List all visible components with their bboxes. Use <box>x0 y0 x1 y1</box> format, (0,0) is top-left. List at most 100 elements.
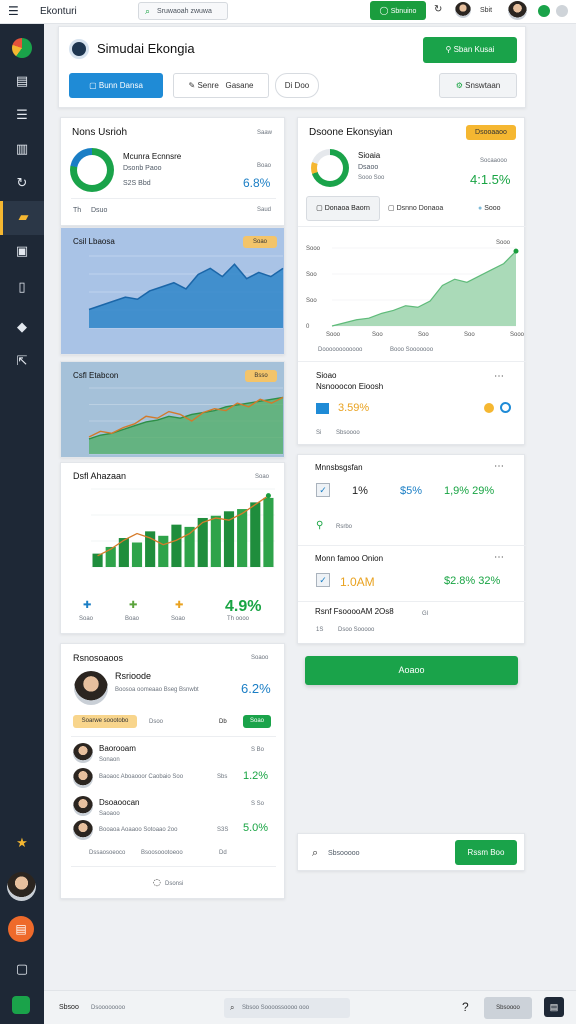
summary-link[interactable]: Saaw <box>257 130 272 136</box>
sidebar-refresh-icon[interactable]: ↻ <box>12 174 32 194</box>
list-avatar-3[interactable] <box>73 820 93 840</box>
status-gray-icon[interactable] <box>556 5 568 17</box>
bottom-search-input[interactable]: ⌕ Sbsoo Soooossoooo ooo <box>224 998 350 1018</box>
growth-tab-2[interactable]: ● Sooo <box>478 205 501 212</box>
sidebar-chat-icon[interactable]: ▢ <box>12 960 32 980</box>
divider <box>71 198 276 199</box>
summary-foot-link[interactable]: Saud <box>257 207 271 213</box>
chart3-link[interactable]: Soao <box>255 474 269 480</box>
row1-title: Mnnsbsgsfan <box>315 463 363 472</box>
refresh-icon[interactable]: ◌ <box>153 879 161 888</box>
growth-tab-1[interactable]: ▢ Dsnno Donaoa <box>388 205 443 212</box>
divider <box>71 736 276 737</box>
sidebar-list-icon[interactable]: ☰ <box>12 106 32 126</box>
search-icon: ⌕ <box>145 6 151 16</box>
list-meta-3: S3S <box>217 827 229 833</box>
sidebar-export-icon[interactable]: ⇱ <box>12 352 32 372</box>
x-tick: Sooo <box>510 332 525 338</box>
end-point <box>265 493 271 499</box>
divider <box>71 866 276 867</box>
status-foot-label[interactable]: Sbsoooo <box>336 430 360 436</box>
row3-link[interactable]: Dsoo Sooooo <box>338 627 374 633</box>
list-sub-0: Sonaon <box>99 757 120 763</box>
team-link[interactable]: Soaoo <box>251 655 268 661</box>
sidebar-app-icon[interactable] <box>12 996 30 1014</box>
sidebar-shapes-icon[interactable]: ◆ <box>12 318 32 338</box>
sidebar-wallet-icon[interactable]: ▥ <box>12 140 32 160</box>
top-bar: ☰ Ekonturi ⌕ Sruwaoah zwuwa ◯ Sbnuino ↻ … <box>0 0 576 24</box>
row2-value-c: $2.8% 32% <box>444 575 501 587</box>
y-tick: Soo <box>306 298 317 304</box>
top-search-input[interactable]: ⌕ Sruwaoah zwuwa <box>138 2 228 20</box>
summary-foot-icon: Th <box>73 207 82 214</box>
sidebar-user-avatar[interactable] <box>7 872 36 901</box>
sidebar: ▤ ☰ ▥ ↻ ▰ ▣ ▯ ◆ ⇱ ★ ▤ ▢ <box>0 24 44 1024</box>
legend-0: Doooooooooooo <box>318 347 363 353</box>
status-green-icon[interactable] <box>538 5 550 17</box>
list-meta-0: S Bo <box>251 747 265 753</box>
summary-value: 6.8% <box>243 176 271 190</box>
more-icon[interactable]: ⋯ <box>494 462 504 472</box>
row1-user-icon[interactable]: ⚲ <box>316 521 323 531</box>
team-footer-link[interactable]: Dsonsi <box>165 881 183 887</box>
team-chip-2[interactable]: Db <box>219 719 227 725</box>
bar <box>131 542 143 567</box>
growth-badge[interactable]: Dsooaaoo <box>466 125 516 140</box>
divider <box>298 361 526 362</box>
growth-tab-0[interactable]: ▢ Donaoa Baorn <box>306 196 380 221</box>
bottom-search-text: Sbsoo Soooossoooo ooo <box>242 1005 310 1011</box>
row3-sub-value: Gl <box>422 611 428 617</box>
bottom-left-link[interactable]: Dsoooooooo <box>91 1005 125 1011</box>
help-icon[interactable]: ? <box>462 1001 469 1013</box>
list-avatar-1[interactable] <box>73 768 93 788</box>
top-user-label: Sbit <box>480 7 493 14</box>
tab-1[interactable]: ✎ Senre Gasane <box>173 73 269 98</box>
search-input[interactable]: Sbsooooo <box>328 850 360 857</box>
list-avatar-0[interactable] <box>73 743 93 763</box>
list-avatar-2[interactable] <box>73 796 93 816</box>
sidebar-notification-icon[interactable]: ▤ <box>8 916 34 942</box>
bottom-right-button[interactable]: Sbsoooo <box>484 997 532 1019</box>
row1-link[interactable]: Rsrbo <box>336 524 352 530</box>
primary-header-button[interactable]: ⚲ Sban Kusai <box>423 37 517 63</box>
status-value: 3.59% <box>338 402 370 414</box>
team-bottom-link-1[interactable]: Bsoosoootoeoo <box>141 850 183 856</box>
sync-icon[interactable]: ↻ <box>434 5 442 15</box>
chart3-big-value: 4.9% <box>225 598 262 615</box>
search-button[interactable]: Rssm Boo <box>455 840 517 865</box>
cta-button[interactable]: Aoaoo <box>305 656 518 685</box>
app-logo-icon[interactable]: ☰ <box>8 5 19 17</box>
tab-4[interactable]: ⚙ Snswtaan <box>439 73 517 98</box>
top-action-button[interactable]: ◯ Sbnuino <box>370 1 426 20</box>
sidebar-card-icon[interactable]: ▣ <box>12 242 32 262</box>
check-icon[interactable]: ✓ <box>316 483 330 497</box>
sidebar-dashboard-icon[interactable]: ▤ <box>12 72 32 92</box>
more-icon[interactable]: ⋯ <box>494 553 504 563</box>
team-bottom-link-0[interactable]: Dssaosoeoco <box>89 850 125 856</box>
tab-3[interactable]: Di Doo <box>275 73 319 98</box>
more-icon[interactable]: ⋯ <box>494 372 504 382</box>
stat1-label: Boao <box>125 616 140 622</box>
tab-0[interactable]: ▢ Bunn Dansa <box>69 73 163 98</box>
growth-donut <box>311 149 349 187</box>
divider <box>298 601 526 602</box>
sidebar-logo-icon[interactable] <box>12 38 32 58</box>
bar <box>237 509 248 567</box>
team-person-avatar[interactable] <box>74 671 108 705</box>
sidebar-folder-icon[interactable]: ▰ <box>0 201 44 235</box>
sidebar-book-icon[interactable]: ▯ <box>12 278 32 298</box>
team-chip-3[interactable]: Soao <box>243 715 271 728</box>
sidebar-star-icon[interactable]: ★ <box>12 834 32 854</box>
y-tick: 0 <box>306 324 310 330</box>
growth-area-chart: Sooo Soo Soo 0 Sooo Soo Soo Soo Sooo Sooo <box>306 240 525 338</box>
row3-meta: 1S <box>316 627 324 633</box>
bottom-app-icon[interactable]: ▤ <box>544 997 564 1017</box>
team-bottom-link-2[interactable]: Dd <box>219 850 227 856</box>
team-chip-1[interactable]: Dsoo <box>149 719 163 725</box>
summary-title: Nons Usrioh <box>72 127 128 138</box>
team-chip-0[interactable]: Soarwe soootobo <box>73 715 137 728</box>
status-foot-icon: Si <box>316 430 322 436</box>
user-avatar-small[interactable] <box>455 2 471 18</box>
check-icon[interactable]: ✓ <box>316 573 330 587</box>
profile-avatar[interactable] <box>508 1 527 20</box>
